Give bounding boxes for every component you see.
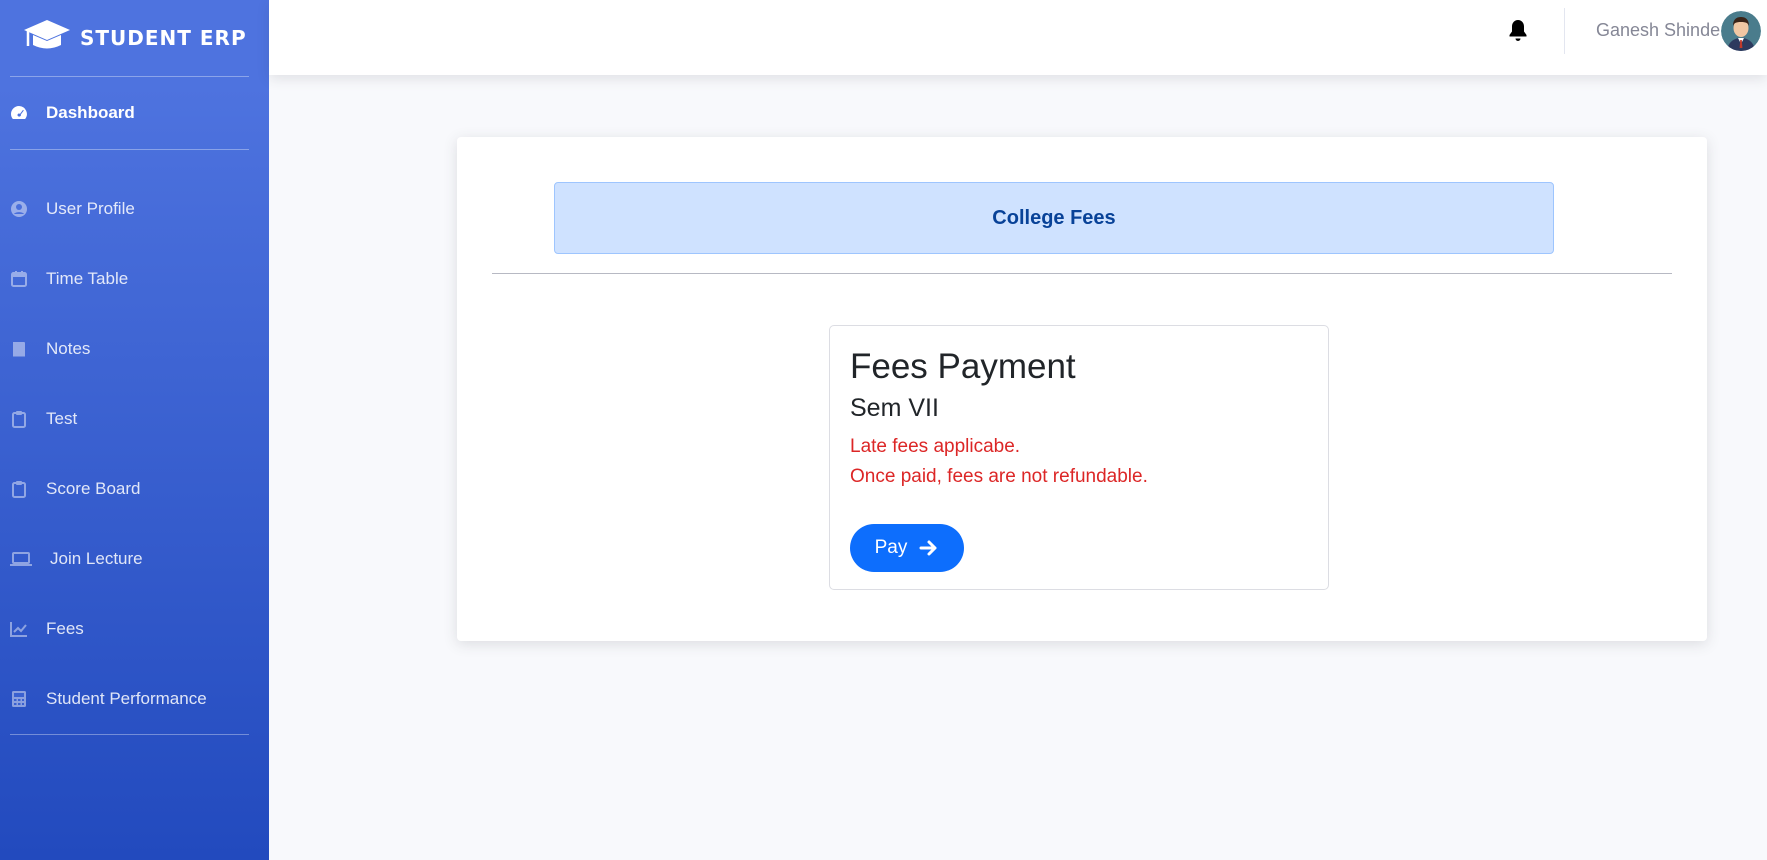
college-fees-header: College Fees [554, 182, 1554, 254]
sidebar-item-label: Dashboard [46, 103, 135, 122]
fee-payment-card: Fees Payment Sem VII Late fees applicabe… [829, 325, 1329, 590]
pay-button[interactable]: Pay [850, 524, 964, 572]
arrow-right-icon [907, 539, 939, 557]
topbar-divider [1564, 8, 1565, 54]
refund-note: Once paid, fees are not refundable. [850, 466, 1148, 487]
chart-line-icon [10, 620, 28, 638]
sidebar: STUDENT ERP Dashboard User Profile Time … [0, 0, 269, 860]
brand[interactable]: STUDENT ERP [0, 0, 269, 76]
sidebar-item-label: Join Lecture [50, 549, 143, 568]
sidebar-item-student-performance[interactable]: Student Performance [0, 664, 269, 734]
sidebar-item-time-table[interactable]: Time Table [0, 244, 269, 314]
clipboard-icon [10, 410, 28, 428]
sidebar-item-score-board[interactable]: Score Board [0, 454, 269, 524]
fees-panel: College Fees Fees Payment Sem VII Late f… [457, 137, 1707, 641]
graduation-cap-icon [22, 18, 72, 59]
sidebar-item-label: Test [46, 409, 78, 428]
brand-name: STUDENT ERP [80, 26, 247, 50]
sidebar-item-label: Notes [46, 339, 91, 358]
sidebar-item-label: Time Table [46, 269, 129, 288]
calculator-icon [10, 690, 28, 708]
late-fee-note: Late fees applicabe. [850, 436, 1021, 457]
sidebar-item-label: User Profile [46, 199, 135, 218]
sidebar-item-fees[interactable]: Fees [0, 594, 269, 664]
sidebar-item-notes[interactable]: Notes [0, 314, 269, 384]
fee-card-semester: Sem VII [850, 394, 939, 422]
pay-button-label: Pay [874, 537, 908, 558]
sidebar-item-join-lecture[interactable]: Join Lecture [0, 524, 269, 594]
fee-card-title: Fees Payment [850, 347, 1076, 386]
avatar[interactable] [1721, 11, 1761, 51]
calendar-icon [10, 270, 28, 288]
sidebar-item-label: Fees [46, 619, 84, 638]
sidebar-item-user-profile[interactable]: User Profile [0, 174, 269, 244]
section-divider [492, 273, 1672, 274]
tachometer-icon [10, 104, 28, 122]
sidebar-item-dashboard[interactable]: Dashboard [0, 77, 269, 149]
clipboard-icon [10, 480, 28, 498]
topbar: Ganesh Shinde [269, 0, 1767, 75]
book-icon [10, 340, 28, 358]
sidebar-item-label: Student Performance [46, 689, 207, 708]
sidebar-divider [10, 734, 249, 735]
bell-icon[interactable] [1507, 18, 1529, 44]
laptop-icon [10, 550, 32, 568]
user-circle-icon [10, 200, 28, 218]
user-name[interactable]: Ganesh Shinde [1596, 20, 1720, 41]
sidebar-item-test[interactable]: Test [0, 384, 269, 454]
sidebar-item-label: Score Board [46, 479, 141, 498]
